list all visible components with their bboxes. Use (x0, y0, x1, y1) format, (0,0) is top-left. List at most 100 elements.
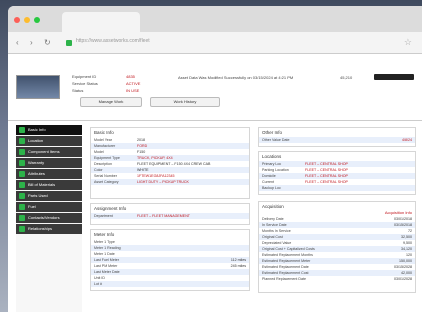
browser-tab[interactable] (62, 12, 140, 32)
sidebar-item-component-items[interactable]: Component Items (16, 147, 82, 157)
table-row: Lot # (91, 281, 249, 287)
minimize-window-button[interactable] (24, 17, 30, 23)
title-bar (8, 6, 422, 32)
field-label: Lot # (94, 282, 102, 286)
field-value: LIGHT DUTY – PICKUP TRUCK (137, 180, 189, 184)
field-label: Unit ID (94, 276, 105, 280)
manage-work-button[interactable]: Manage Work (80, 97, 142, 107)
header-label: Service Status (72, 81, 98, 86)
field-label: Estimated Replacement Meter (262, 259, 311, 263)
panel-title: Assignment Info (94, 206, 127, 211)
table-row: Asset Category LIGHT DUTY – PICKUP TRUCK (91, 179, 249, 185)
field-value: FLEET – CENTRAL SHOP (305, 174, 348, 178)
folder-icon (19, 127, 25, 133)
field-label: Asset Category (94, 180, 119, 184)
header-value: IN USE (126, 88, 140, 93)
field-label: Meter 1 Reading (94, 246, 121, 250)
field-value: 1FTEW1EG8JFA12345 (137, 174, 175, 178)
field-label: Equipment Type (94, 156, 120, 160)
table-row: Backup Loc (259, 185, 415, 191)
field-value: FLEET – CENTRAL SHOP (305, 162, 348, 166)
header-value: ACTIVE (126, 81, 141, 86)
bookmark-star-icon[interactable]: ☆ (404, 37, 412, 48)
field-value: 34,120 (401, 247, 412, 251)
field-value: 03/15/2028 (394, 265, 412, 269)
meter-info-panel: Meter Info Meter 1 Type Meter 1 Reading … (90, 229, 250, 291)
close-window-button[interactable] (14, 17, 20, 23)
sidebar-item-parts-used[interactable]: Parts Used (16, 191, 82, 201)
address-bar: ‹ › ↻ https://www.assetworks.com/fleet ☆ (8, 32, 422, 54)
sidebar-item-label: Parts Used (28, 193, 48, 198)
sidebar-item-contacts-vendors[interactable]: Contacts/Vendors (16, 213, 82, 223)
sidebar-item-location[interactable]: Location (16, 136, 82, 146)
sidebar-item-warranty[interactable]: Warranty (16, 158, 82, 168)
panel-title: Meter Info (94, 232, 115, 237)
field-value: FORD (137, 144, 148, 148)
field-label: Current (262, 180, 274, 184)
folder-icon (19, 226, 25, 232)
work-history-button[interactable]: Work History (150, 97, 220, 107)
folder-icon (19, 138, 25, 144)
field-value: TRUCK, PICKUP, 4X4 (137, 156, 173, 160)
acquisition-panel: Acquisition Acquisition Info Delivery Da… (258, 201, 416, 293)
sidebar-item-label: Fuel (28, 204, 36, 209)
assignment-info-panel: Assignment Info Department FLEET – FLEET … (90, 203, 250, 225)
field-label: Planned Replacement Date (262, 277, 306, 281)
panel-title: Other Info (262, 130, 283, 135)
field-label: Primary Loc (262, 162, 282, 166)
acquisition-info-link[interactable]: Acquisition Info (385, 210, 412, 215)
field-value: F150 (137, 150, 146, 154)
field-value: FLEET EQUIPMENT – F150 4X4 CREW CAB (137, 162, 211, 166)
field-value: 120 (406, 253, 412, 257)
sidebar: Basic Info Location Component Items Warr… (16, 125, 82, 312)
basic-info-panel: Basic Info Model Year 2018 Manufacturer FO… (90, 127, 250, 199)
field-label: Color (94, 168, 103, 172)
field-value: 150,000 (399, 259, 412, 263)
field-label: Months In Service (262, 229, 291, 233)
sidebar-item-attributes[interactable]: Attributes (16, 169, 82, 179)
field-value: 42,000 (401, 271, 412, 275)
field-label: Last Meter Date (94, 270, 120, 274)
field-value: FLEET – FLEET MANAGEMENT (137, 214, 190, 218)
field-value: 2018 (137, 138, 145, 142)
field-value: 4/8/24 (402, 138, 412, 142)
sidebar-item-bill-of-materials[interactable]: Bill of Materials (16, 180, 82, 190)
folder-icon (19, 182, 25, 188)
field-label: Original Cost (262, 235, 283, 239)
sidebar-item-label: Contacts/Vendors (28, 215, 60, 220)
field-label: Manufacturer (94, 144, 116, 148)
field-label: Serial Number (94, 174, 117, 178)
lock-icon (66, 40, 72, 46)
field-value: 03/15/2018 (394, 223, 412, 227)
field-label: Model Year (94, 138, 112, 142)
locations-panel: Locations Primary Loc FLEET – CENTRAL SHO… (258, 151, 416, 195)
field-value: FLEET – CENTRAL SHOP (305, 168, 348, 172)
sidebar-item-relationships[interactable]: Relationships (16, 224, 82, 234)
sidebar-item-basic-info[interactable]: Basic Info (16, 125, 82, 135)
sidebar-item-label: Warranty (28, 160, 45, 165)
field-label: Estimated Replacement Cost (262, 271, 309, 275)
field-label: Delivery Date (262, 217, 284, 221)
sidebar-item-label: Bill of Materials (28, 182, 56, 187)
field-label: Estimated Replacement Months (262, 253, 313, 257)
field-label: Domicile (262, 174, 276, 178)
table-row: Other Value Date 4/8/24 (259, 137, 415, 143)
sidebar-item-label: Attributes (28, 171, 45, 176)
folder-icon (19, 193, 25, 199)
field-label: Parking Location (262, 168, 289, 172)
field-label: Backup Loc (262, 186, 281, 190)
maximize-window-button[interactable] (34, 17, 40, 23)
sidebar-item-fuel[interactable]: Fuel (16, 202, 82, 212)
field-value: 72 (408, 229, 412, 233)
header-label: Status (72, 88, 84, 93)
panel-title: Basic Info (94, 130, 114, 135)
url-text[interactable]: https://www.assetworks.com/fleet (76, 38, 150, 44)
page-content: Equipment ID 4835 Service Status ACTIVE … (8, 55, 422, 312)
forward-icon[interactable]: › (30, 38, 33, 47)
field-value: 03/01/2018 (394, 217, 412, 221)
back-icon[interactable]: ‹ (16, 38, 19, 47)
reload-icon[interactable]: ↻ (44, 38, 51, 47)
field-label: Last PM Meter (94, 264, 118, 268)
sidebar-item-label: Component Items (28, 149, 60, 154)
field-label: Depreciated Value (262, 241, 292, 245)
